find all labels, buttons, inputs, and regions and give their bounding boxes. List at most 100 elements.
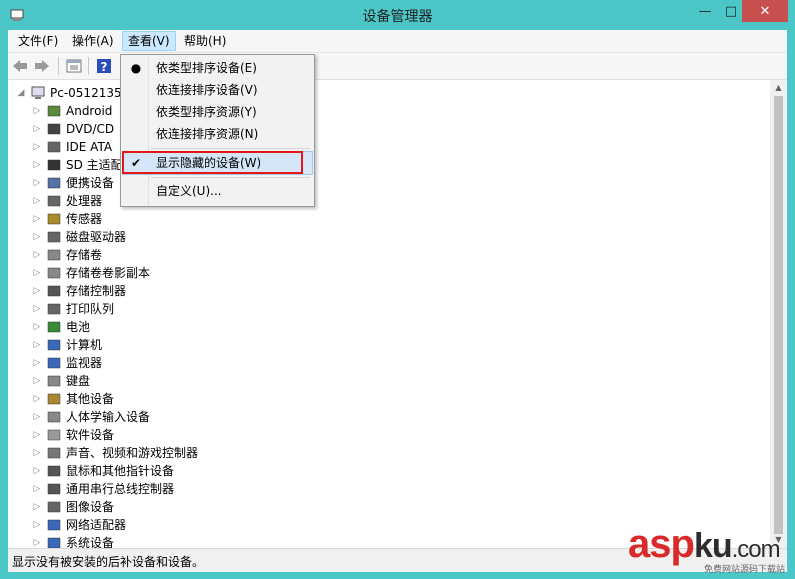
expand-icon[interactable]: ▷ bbox=[32, 156, 42, 174]
expand-icon[interactable]: ▷ bbox=[32, 498, 42, 516]
expand-icon[interactable]: ▷ bbox=[32, 138, 42, 156]
tree-root[interactable]: ◢ Pc-0512135 bbox=[16, 84, 122, 102]
minimize-button[interactable]: — bbox=[690, 0, 720, 22]
expand-icon[interactable]: ▷ bbox=[32, 408, 42, 426]
view-menu-item-sort-by-type[interactable]: ● 依类型排序设备(E) bbox=[123, 57, 312, 79]
tree-item[interactable]: ▷ 网络适配器 bbox=[32, 516, 126, 534]
scroll-up-icon[interactable]: ▲ bbox=[770, 80, 787, 96]
device-category-icon bbox=[47, 159, 61, 171]
expand-icon[interactable]: ▷ bbox=[32, 210, 42, 228]
menu-item-label: 自定义(U)... bbox=[156, 184, 222, 198]
tree-item[interactable]: ▷ 鼠标和其他指针设备 bbox=[32, 462, 174, 480]
menu-file[interactable]: 文件(F) bbox=[13, 32, 63, 50]
tree-item[interactable]: ▷ 存储控制器 bbox=[32, 282, 126, 300]
expand-icon[interactable]: ▷ bbox=[32, 426, 42, 444]
tree-item[interactable]: ▷ Android bbox=[32, 102, 113, 120]
expand-icon[interactable]: ▷ bbox=[32, 264, 42, 282]
tree-item-label: 图像设备 bbox=[66, 500, 115, 514]
tree-item[interactable]: ▷ 电池 bbox=[32, 318, 90, 336]
tree-item-label: 存储控制器 bbox=[66, 284, 127, 298]
close-button[interactable]: ✕ bbox=[742, 0, 788, 22]
expand-icon[interactable]: ▷ bbox=[32, 372, 42, 390]
device-category-icon bbox=[47, 321, 61, 333]
view-menu-item-customize[interactable]: 自定义(U)... bbox=[123, 180, 312, 202]
tree-item-label: 处理器 bbox=[66, 194, 103, 208]
expand-icon[interactable]: ▷ bbox=[32, 516, 42, 534]
menu-help[interactable]: 帮助(H) bbox=[179, 32, 231, 50]
view-menu-item-resources-by-connection[interactable]: 依连接排序资源(N) bbox=[123, 123, 312, 145]
device-manager-window: 设备管理器 — □ ✕ 文件(F) 操作(A) 查看(V) 帮助(H) ? ◢ … bbox=[0, 0, 795, 579]
view-menu-dropdown: ● 依类型排序设备(E) 依连接排序设备(V) 依类型排序资源(Y) 依连接排序… bbox=[120, 54, 315, 207]
tree-item-label: 传感器 bbox=[66, 212, 103, 226]
tree-item[interactable]: ▷ 声音、视频和游戏控制器 bbox=[32, 444, 198, 462]
device-category-icon bbox=[47, 141, 61, 153]
tree-item[interactable]: ▷ 计算机 bbox=[32, 336, 102, 354]
expand-icon[interactable]: ▷ bbox=[32, 318, 42, 336]
tree-item[interactable]: ▷ 其他设备 bbox=[32, 390, 114, 408]
tree-item[interactable]: ▷ 存储卷卷影副本 bbox=[32, 264, 150, 282]
vertical-scrollbar[interactable]: ▲ ▼ bbox=[770, 80, 787, 548]
tree-item[interactable]: ▷ 图像设备 bbox=[32, 498, 114, 516]
expand-icon[interactable]: ▷ bbox=[32, 282, 42, 300]
toolbar-separator bbox=[88, 57, 89, 75]
tree-item[interactable]: ▷ 人体学输入设备 bbox=[32, 408, 150, 426]
tree-item[interactable]: ▷ 监视器 bbox=[32, 354, 102, 372]
tree-item-label: DVD/CD bbox=[66, 122, 115, 136]
tree-item-label: 声音、视频和游戏控制器 bbox=[66, 446, 199, 460]
expand-icon[interactable]: ▷ bbox=[32, 534, 42, 548]
tree-item[interactable]: ▷ IDE ATA bbox=[32, 138, 113, 156]
device-category-icon bbox=[47, 465, 61, 477]
tree-item[interactable]: ▷ 系统设备 bbox=[32, 534, 114, 548]
view-menu-item-resources-by-type[interactable]: 依类型排序资源(Y) bbox=[123, 101, 312, 123]
expand-icon[interactable]: ▷ bbox=[32, 444, 42, 462]
watermark-ku: ku bbox=[693, 527, 733, 565]
tree-item-label: IDE ATA bbox=[66, 140, 113, 154]
tree-item[interactable]: ▷ 键盘 bbox=[32, 372, 90, 390]
view-menu-item-sort-by-connection[interactable]: 依连接排序设备(V) bbox=[123, 79, 312, 101]
expand-icon[interactable]: ▷ bbox=[32, 228, 42, 246]
expand-icon[interactable]: ▷ bbox=[32, 300, 42, 318]
device-category-icon bbox=[47, 105, 61, 117]
tree-item[interactable]: ▷ 打印队列 bbox=[32, 300, 114, 318]
tree-item[interactable]: ▷ 存储卷 bbox=[32, 246, 102, 264]
expand-icon[interactable]: ▷ bbox=[32, 246, 42, 264]
maximize-button[interactable]: □ bbox=[720, 0, 742, 22]
highlight-box bbox=[122, 151, 303, 174]
tree-item[interactable]: ▷ 通用串行总线控制器 bbox=[32, 480, 174, 498]
menu-action[interactable]: 操作(A) bbox=[67, 32, 119, 50]
properties-icon[interactable] bbox=[65, 57, 83, 75]
watermark-com: .com bbox=[731, 536, 781, 563]
tree-item[interactable]: ▷ SD 主适配 bbox=[32, 156, 123, 174]
tree-item-label: 鼠标和其他指针设备 bbox=[66, 464, 175, 478]
title-bar[interactable]: 设备管理器 — □ ✕ bbox=[0, 0, 795, 30]
help-icon[interactable]: ? bbox=[95, 57, 113, 75]
tree-item-label: 监视器 bbox=[66, 356, 103, 370]
tree-item[interactable]: ▷ 软件设备 bbox=[32, 426, 114, 444]
tree-item-label: 键盘 bbox=[66, 374, 91, 388]
device-category-icon bbox=[47, 231, 61, 243]
expand-icon[interactable]: ▷ bbox=[32, 192, 42, 210]
expand-icon[interactable]: ▷ bbox=[32, 390, 42, 408]
expand-icon[interactable]: ▷ bbox=[32, 336, 42, 354]
forward-arrow-icon[interactable] bbox=[33, 57, 51, 75]
collapse-icon[interactable]: ◢ bbox=[16, 84, 26, 102]
expand-icon[interactable]: ▷ bbox=[32, 120, 42, 138]
tree-item-label: 软件设备 bbox=[66, 428, 115, 442]
expand-icon[interactable]: ▷ bbox=[32, 354, 42, 372]
back-arrow-icon[interactable] bbox=[11, 57, 29, 75]
expand-icon[interactable]: ▷ bbox=[32, 480, 42, 498]
tree-item[interactable]: ▷ DVD/CD bbox=[32, 120, 115, 138]
tree-item[interactable]: ▷ 磁盘驱动器 bbox=[32, 228, 126, 246]
expand-icon[interactable]: ▷ bbox=[32, 102, 42, 120]
status-text: 显示没有被安装的后补设备和设备。 bbox=[12, 555, 205, 569]
tree-item[interactable]: ▷ 传感器 bbox=[32, 210, 102, 228]
expand-icon[interactable]: ▷ bbox=[32, 462, 42, 480]
menu-item-label: 依类型排序设备(E) bbox=[156, 61, 257, 75]
watermark-subtitle: 免费网站源码下载站 bbox=[704, 565, 786, 575]
expand-icon[interactable]: ▷ bbox=[32, 174, 42, 192]
scrollbar-thumb[interactable] bbox=[774, 96, 783, 534]
device-category-icon bbox=[47, 375, 61, 387]
tree-item[interactable]: ▷ 处理器 bbox=[32, 192, 102, 210]
tree-item[interactable]: ▷ 便携设备 bbox=[32, 174, 114, 192]
menu-view[interactable]: 查看(V) bbox=[122, 31, 176, 51]
